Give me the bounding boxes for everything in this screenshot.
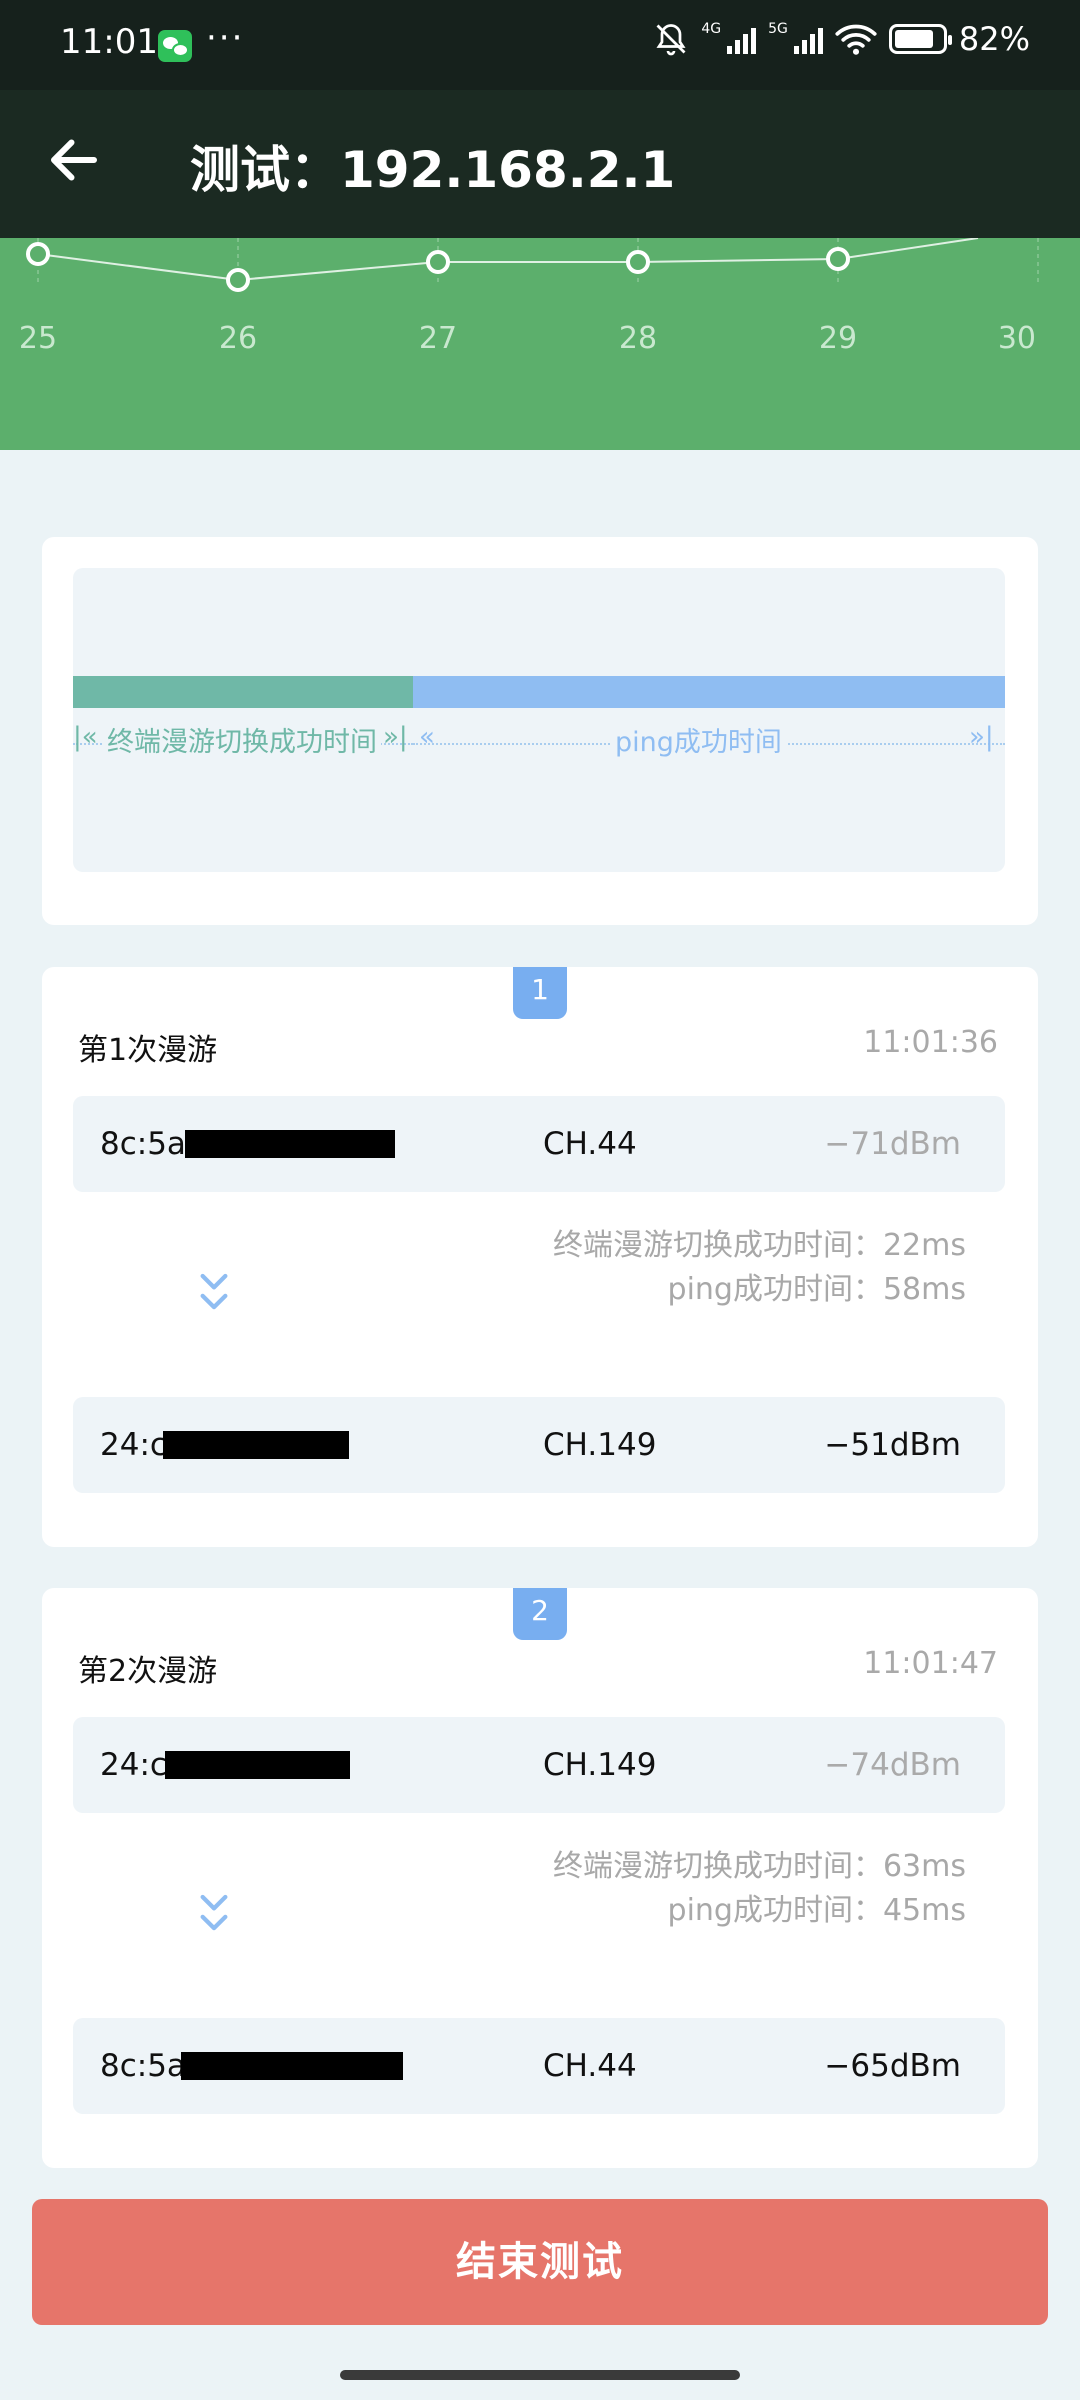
roam-title: 第1次漫游	[78, 1033, 218, 1068]
end-test-button[interactable]: 结束测试	[32, 2199, 1048, 2325]
chart-x-tick-label: 26	[219, 321, 257, 356]
roaming-chart: 25 26 27 28 29 30	[0, 237, 1080, 450]
chart-plot: 25 26 27 28 29 30	[19, 237, 1039, 356]
chevron-down-icon	[200, 1273, 228, 1310]
home-indicator[interactable]	[340, 2370, 740, 2380]
roam-index-badge: 1	[513, 967, 567, 1019]
roam-timing-info: 终端漫游切换成功时间：63ms ping成功时间：45ms	[553, 1845, 966, 1933]
battery-percent: 82%	[958, 20, 1030, 58]
left-double-arrow-icon: «	[419, 722, 435, 752]
roam-timestamp: 11:01:47	[863, 1646, 998, 1681]
roam-index-badge: 2	[513, 1588, 567, 1640]
title-bar: 测试：192.168.2.1	[0, 90, 1080, 238]
battery-icon	[888, 24, 952, 54]
ap-signal: −65dBm	[824, 2048, 961, 2084]
ap-channel: CH.149	[543, 1427, 657, 1463]
ap-channel: CH.149	[543, 1747, 657, 1783]
ap-signal: −51dBm	[824, 1427, 961, 1463]
left-bracket-icon: |«	[73, 722, 98, 752]
wechat-icon	[158, 30, 192, 62]
chart-point	[426, 250, 450, 274]
roam-card: 1 第1次漫游 11:01:36 8c:5a CH.44 −71dBm 终端漫游…	[42, 967, 1038, 1547]
right-double-arrow-icon: »|	[383, 722, 408, 752]
legend-label-switch-time: 终端漫游切换成功时间	[103, 720, 381, 759]
chart-x-tick-label: 25	[19, 321, 57, 356]
legend-bar-switch-time	[73, 676, 413, 708]
signal-icon	[793, 24, 823, 54]
wifi-icon	[835, 24, 877, 55]
chart-point	[826, 247, 850, 271]
roam-card: 2 第2次漫游 11:01:47 24:cf CH.149 −74dBm 终端漫…	[42, 1588, 1038, 2168]
target-ap-row: 8c:5a CH.44 −65dBm	[73, 2018, 1005, 2114]
redaction-mask	[181, 2052, 403, 2080]
timing-legend-card: |« 终端漫游切换成功时间 »| « ping成功时间 »|	[42, 537, 1038, 925]
legend-bar-ping-time	[413, 676, 1005, 708]
legend-label-ping-time: ping成功时间	[611, 720, 786, 759]
roam-timing-info: 终端漫游切换成功时间：22ms ping成功时间：58ms	[553, 1224, 966, 1312]
network-5g-label: 5G	[768, 21, 788, 37]
source-ap-row: 8c:5a CH.44 −71dBm	[73, 1096, 1005, 1192]
more-notifications-icon: ···	[206, 18, 245, 58]
redaction-mask	[185, 1130, 395, 1158]
status-bar: 11:01 ··· 4G 5G 82%	[0, 0, 1080, 90]
network-4g-label: 4G	[701, 21, 722, 37]
chart-x-tick-label: 27	[419, 321, 457, 356]
bell-muted-icon	[656, 24, 686, 56]
right-bracket-icon: »|	[969, 722, 994, 752]
ap-signal: −74dBm	[824, 1747, 961, 1783]
switch-time-text: 终端漫游切换成功时间：22ms	[552, 1228, 966, 1263]
signal-icon	[727, 24, 757, 54]
chart-x-tick-label: 28	[619, 321, 657, 356]
chart-point	[226, 268, 250, 292]
source-ap-row: 24:cf CH.149 −74dBm	[73, 1717, 1005, 1813]
chart-x-tick-label: 30	[998, 321, 1036, 356]
chevron-down-icon	[200, 1894, 228, 1931]
back-arrow-icon[interactable]	[44, 130, 104, 190]
ap-mac: 8c:5a	[100, 1126, 186, 1162]
switch-time-text: 终端漫游切换成功时间：63ms	[552, 1849, 966, 1884]
ping-time-text: ping成功时间：45ms	[667, 1893, 966, 1928]
chart-point	[626, 250, 650, 274]
ap-channel: CH.44	[543, 1126, 637, 1162]
timing-legend: |« 终端漫游切换成功时间 »| « ping成功时间 »|	[73, 568, 1005, 872]
status-icons: 4G 5G 82%	[653, 20, 1030, 58]
ap-mac: 8c:5a	[100, 2048, 186, 2084]
chart-x-tick-label: 29	[819, 321, 857, 356]
ap-channel: CH.44	[543, 2048, 637, 2084]
page-title: 测试：192.168.2.1	[190, 141, 676, 199]
redaction-mask	[163, 1431, 349, 1459]
roam-timestamp: 11:01:36	[863, 1025, 998, 1060]
redaction-mask	[165, 1751, 350, 1779]
chart-point	[26, 242, 50, 266]
status-time: 11:01	[60, 22, 158, 62]
ap-signal: −71dBm	[824, 1126, 961, 1162]
roam-title: 第2次漫游	[78, 1654, 218, 1689]
target-ap-row: 24:cf: CH.149 −51dBm	[73, 1397, 1005, 1493]
ping-time-text: ping成功时间：58ms	[667, 1272, 966, 1307]
